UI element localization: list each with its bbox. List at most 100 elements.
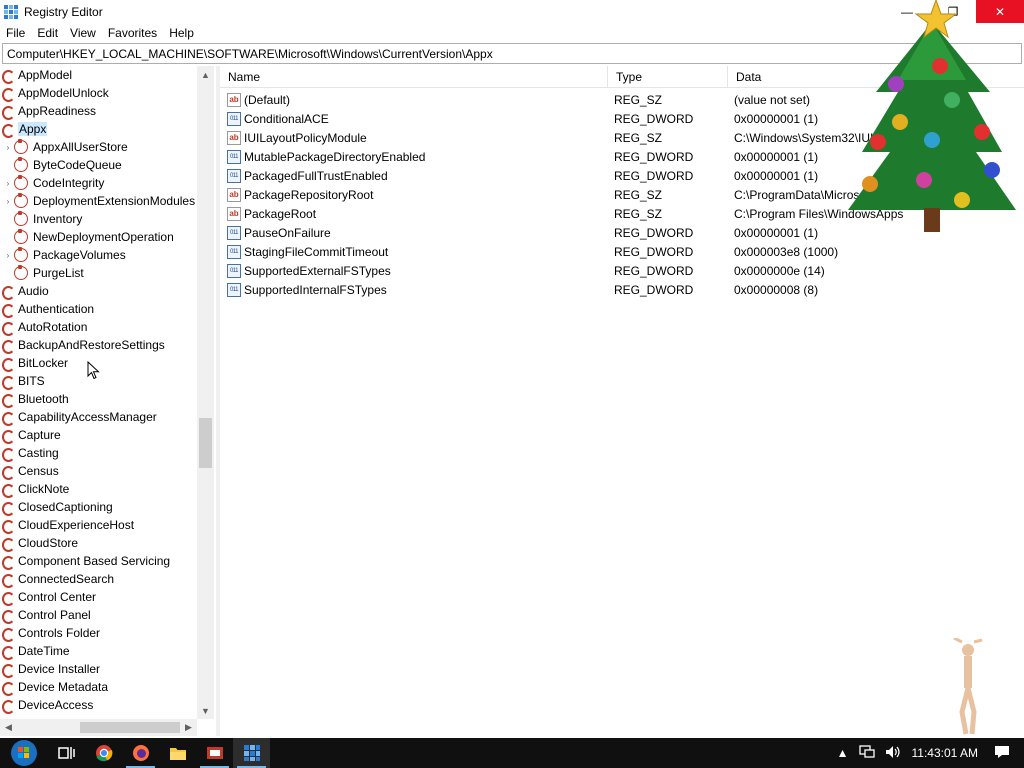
- tree-item[interactable]: CloudExperienceHost: [0, 516, 134, 534]
- tree-item[interactable]: BitLocker: [0, 354, 68, 372]
- menu-favorites[interactable]: Favorites: [102, 23, 163, 43]
- system-tray: ▲ 11:43:01 AM: [832, 738, 1024, 768]
- tree-item[interactable]: Controls Folder: [0, 624, 100, 642]
- tree-item-label: AppxAllUserStore: [33, 140, 128, 154]
- tree-item[interactable]: Device Installer: [0, 660, 100, 678]
- tree-item[interactable]: Inventory: [4, 210, 82, 228]
- tree-item[interactable]: Component Based Servicing: [0, 552, 170, 570]
- tree-item[interactable]: Control Panel: [0, 606, 91, 624]
- scroll-right-arrow-icon[interactable]: ▶: [180, 719, 197, 736]
- expand-arrow-icon[interactable]: ›: [4, 179, 12, 188]
- task-view-button[interactable]: [48, 738, 85, 768]
- tree-item[interactable]: BITS: [0, 372, 45, 390]
- dancer-figure-decoration: [953, 638, 983, 735]
- value-type: REG_DWORD: [614, 168, 694, 183]
- column-header-name[interactable]: Name: [220, 66, 608, 88]
- tree-item[interactable]: CapabilityAccessManager: [0, 408, 157, 426]
- menu-edit[interactable]: Edit: [31, 23, 64, 43]
- tree-item[interactable]: › CodeIntegrity: [4, 174, 104, 192]
- tree-item[interactable]: › PackageVolumes: [4, 246, 126, 264]
- tree-item[interactable]: Control Center: [0, 588, 96, 606]
- scroll-up-arrow-icon[interactable]: ▲: [197, 66, 214, 83]
- taskbar-registry-editor[interactable]: [233, 738, 270, 768]
- value-name: PauseOnFailure: [244, 225, 331, 240]
- tree-item[interactable]: CloudStore: [0, 534, 78, 552]
- registry-key-icon: [2, 627, 15, 642]
- tree-item[interactable]: Capture: [0, 426, 61, 444]
- tree-item-label: Device Metadata: [18, 680, 109, 694]
- value-type: REG_DWORD: [614, 244, 694, 259]
- taskbar: ▲ 11:43:01 AM: [0, 738, 1024, 768]
- tree-item[interactable]: Casting: [0, 444, 59, 462]
- tree-hscroll-thumb[interactable]: [80, 722, 180, 733]
- tree-item[interactable]: NewDeploymentOperation: [4, 228, 174, 246]
- expand-arrow-icon[interactable]: ›: [4, 251, 12, 260]
- registry-editor-icon: [243, 745, 260, 761]
- taskbar-firefox[interactable]: [122, 738, 159, 768]
- tree-item-label: Control Panel: [18, 608, 91, 622]
- value-name: IUILayoutPolicyModule: [244, 130, 367, 145]
- tree-item-label: Appx: [18, 122, 48, 136]
- tree-item-label: PurgeList: [33, 266, 84, 280]
- registry-key-icon: [2, 393, 15, 408]
- tree-item-label: NewDeploymentOperation: [33, 230, 174, 244]
- expand-arrow-icon[interactable]: ›: [4, 197, 12, 206]
- taskbar-file-explorer[interactable]: [159, 738, 196, 768]
- tree-item[interactable]: Bluetooth: [0, 390, 69, 408]
- notifications-icon[interactable]: [990, 745, 1024, 762]
- taskbar-chrome[interactable]: [85, 738, 122, 768]
- tree-item-label: Capture: [18, 428, 61, 442]
- scroll-left-arrow-icon[interactable]: ◀: [0, 719, 17, 736]
- tree-item-label: BackupAndRestoreSettings: [18, 338, 165, 352]
- tree-item-label: BITS: [18, 374, 45, 388]
- value-row[interactable]: 011 StagingFileCommitTimeout REG_DWORD 0x00…: [220, 242, 1024, 261]
- chevron-up-icon[interactable]: ▲: [832, 746, 854, 760]
- clock-time[interactable]: 11:43:01 AM: [906, 746, 991, 760]
- tree-item[interactable]: PurgeList: [4, 264, 84, 282]
- start-icon: [11, 740, 37, 766]
- value-type: REG_DWORD: [614, 282, 694, 297]
- registry-key-icon: [2, 123, 15, 138]
- value-type: REG_SZ: [614, 206, 663, 221]
- tree-item[interactable]: BackupAndRestoreSettings: [0, 336, 165, 354]
- scroll-down-arrow-icon[interactable]: ▼: [197, 702, 214, 719]
- tree-item[interactable]: AppReadiness: [0, 102, 96, 120]
- tree-item[interactable]: ByteCodeQueue: [4, 156, 122, 174]
- registry-key-icon: [2, 105, 15, 120]
- volume-icon[interactable]: [880, 745, 906, 762]
- taskbar-app[interactable]: [196, 738, 233, 768]
- tree-item[interactable]: AppModelUnlock: [0, 84, 109, 102]
- tree-item[interactable]: Appx: [0, 120, 48, 138]
- menu-file[interactable]: File: [0, 23, 31, 43]
- tree-item[interactable]: Authentication: [0, 300, 94, 318]
- tree-item[interactable]: Audio: [0, 282, 49, 300]
- tree-item[interactable]: Census: [0, 462, 59, 480]
- start-button[interactable]: [0, 738, 48, 768]
- network-icon[interactable]: [854, 744, 880, 762]
- tree-item[interactable]: AutoRotation: [0, 318, 87, 336]
- tree-item-label: ClosedCaptioning: [18, 500, 113, 514]
- tree-vertical-scrollbar[interactable]: ▲ ▼: [197, 66, 214, 719]
- tree-item[interactable]: ConnectedSearch: [0, 570, 114, 588]
- value-row[interactable]: 011 SupportedExternalFSTypes REG_DWORD 0x00…: [220, 261, 1024, 280]
- registry-key-icon: [2, 663, 15, 678]
- registry-key-icon: [2, 681, 15, 696]
- expand-arrow-icon[interactable]: ›: [4, 143, 12, 152]
- tree-item[interactable]: ClickNote: [0, 480, 69, 498]
- value-row[interactable]: 011 SupportedInternalFSTypes REG_DWORD 0x00…: [220, 280, 1024, 299]
- tree-item[interactable]: ClosedCaptioning: [0, 498, 113, 516]
- tree-item[interactable]: Device Metadata: [0, 678, 108, 696]
- tree-item[interactable]: AppModel: [0, 66, 72, 84]
- tree-item[interactable]: DeviceAccess: [0, 696, 93, 714]
- tree-horizontal-scrollbar[interactable]: ◀ ▶: [0, 719, 197, 736]
- tree-item[interactable]: › DeploymentExtensionModules: [4, 192, 195, 210]
- registry-key-icon: [2, 501, 15, 516]
- tree-scroll-thumb[interactable]: [199, 418, 212, 468]
- tree-item[interactable]: DateTime: [0, 642, 70, 660]
- value-type: REG_SZ: [614, 187, 663, 202]
- dword-value-icon: 011: [227, 111, 241, 126]
- tree-item[interactable]: › AppxAllUserStore: [4, 138, 128, 156]
- menu-view[interactable]: View: [64, 23, 102, 43]
- column-header-type[interactable]: Type: [608, 66, 728, 88]
- menu-help[interactable]: Help: [163, 23, 200, 43]
